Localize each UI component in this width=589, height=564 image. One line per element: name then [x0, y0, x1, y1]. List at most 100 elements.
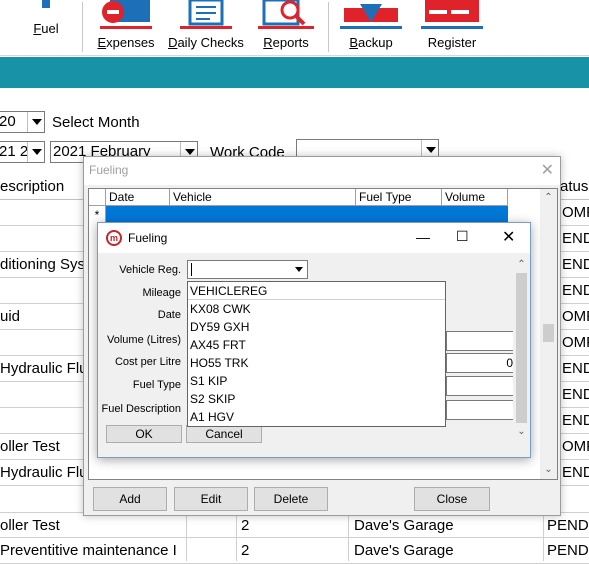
chevron-down-icon[interactable]: ⌄ [540, 461, 557, 478]
row-status: OMP [562, 438, 589, 455]
fuel-icon [36, 0, 56, 15]
fuel-description-field[interactable] [446, 400, 516, 420]
list-item[interactable]: AX45 FRT [188, 336, 445, 354]
chevron-down-icon[interactable]: ⌄ [513, 423, 530, 440]
row-status: ENDI [562, 464, 589, 481]
backup-label-u: B [349, 35, 358, 50]
expenses-icon [96, 0, 156, 35]
column-header-date[interactable]: Date [106, 189, 170, 206]
register-icon [419, 0, 485, 35]
row-description [0, 408, 90, 434]
register-button[interactable]: Register [416, 0, 488, 56]
maximize-icon[interactable]: ☐ [456, 228, 469, 245]
reports-label-u: R [263, 35, 273, 50]
chevron-down-icon[interactable] [291, 261, 307, 278]
chevron-up-icon[interactable]: ⌃ [540, 189, 557, 206]
row-description: uid [0, 308, 21, 325]
year-value: 20 [0, 113, 16, 130]
ok-button[interactable]: OK [106, 425, 182, 443]
add-button[interactable]: Add [93, 487, 167, 511]
backup-button[interactable]: Backup [338, 0, 404, 56]
close-icon[interactable]: ✕ [541, 160, 554, 180]
row-garage: Dave's Garage [354, 517, 454, 534]
row-number: 2 [241, 542, 250, 559]
list-item[interactable]: S2 SKIP [188, 390, 445, 408]
column-divider [348, 512, 349, 561]
reports-label: eports [272, 35, 309, 50]
status-header: atus [560, 178, 589, 195]
cancel-button[interactable]: Cancel [186, 425, 262, 443]
cost-field[interactable]: 0 [446, 353, 516, 373]
row-status: ENDI [562, 230, 589, 247]
minimize-icon[interactable]: — [416, 229, 430, 245]
scrollbar-thumb[interactable] [543, 324, 554, 342]
daily-checks-label: aily Checks [177, 35, 244, 50]
row-description: Preventitive maintenance I [0, 542, 177, 559]
list-item[interactable]: HO55 TRK [188, 354, 445, 372]
year-combo[interactable]: 20 [0, 111, 45, 133]
scrollbar-thumb[interactable] [516, 273, 527, 423]
dialog-vertical-scrollbar[interactable]: ⌃ ⌄ [513, 256, 530, 440]
main-toolbar: Fuel Expenses Daily Checks Reports Backu… [0, 0, 589, 56]
register-label: Register [427, 35, 477, 50]
toolbar-separator [328, 2, 329, 52]
fuel-button[interactable]: Fuel [20, 0, 72, 56]
daily-checks-button[interactable]: Daily Checks [166, 0, 246, 56]
volume-label: Volume (Litres) [107, 334, 181, 346]
expenses-label-u: E [97, 35, 107, 50]
reports-icon [254, 0, 318, 35]
vehicle-reg-dropdown-list[interactable]: VEHICLEREG KX08 CWK DY59 GXH AX45 FRT HO… [187, 281, 446, 427]
list-item[interactable]: DY59 GXH [188, 318, 445, 336]
row-status: ENDI [562, 412, 589, 429]
chevron-down-icon[interactable] [27, 142, 44, 162]
column-header-vehicle[interactable]: Vehicle [170, 189, 356, 206]
mileage-label: Mileage [142, 287, 181, 299]
month-prefix-combo[interactable]: 21 2. [0, 141, 45, 163]
row-description: oller Test [0, 517, 60, 534]
list-item[interactable]: S1 KIP [188, 372, 445, 390]
delete-button[interactable]: Delete [254, 487, 328, 511]
row-status: PENDI [547, 517, 589, 534]
column-header-fuel-type[interactable]: Fuel Type [356, 189, 442, 206]
row-description: Hydraulic Flu [0, 464, 88, 481]
fuel-type-field[interactable] [446, 376, 516, 396]
checklist-icon [176, 0, 236, 35]
list-item[interactable]: A1 HGV [188, 408, 445, 426]
edit-button[interactable]: Edit [174, 487, 248, 511]
row-description: ditioning Sys [0, 256, 86, 273]
row-garage: Dave's Garage [354, 542, 454, 559]
column-divider [236, 512, 237, 561]
row-status: ENDI [562, 360, 589, 377]
table-row[interactable]: Preventitive maintenance I 2 Dave's Gara… [0, 538, 589, 564]
row-description: Hydraulic Flu [0, 360, 88, 377]
column-header-volume[interactable]: Volume [442, 189, 508, 206]
close-button[interactable]: Close [414, 487, 490, 511]
list-item[interactable]: VEHICLEREG [188, 282, 445, 300]
row-description [0, 330, 90, 356]
close-icon[interactable]: ✕ [502, 227, 515, 247]
description-header: escription [0, 178, 65, 195]
row-number: 2 [241, 517, 250, 534]
vehicle-reg-combo[interactable] [187, 260, 308, 279]
row-status: PENDI [547, 542, 589, 559]
row-status: ENDI [562, 282, 589, 299]
cost-label: Cost per Litre [114, 356, 181, 368]
date-label: Date [157, 309, 181, 321]
row-description [0, 200, 90, 226]
dialog-title: Fueling [89, 163, 129, 177]
row-status: ENDI [562, 386, 589, 403]
row-description [0, 278, 90, 304]
row-description [0, 382, 90, 408]
chevron-up-icon[interactable]: ⌃ [513, 256, 530, 273]
volume-field[interactable] [446, 331, 516, 351]
dialog-title: Fueling [128, 231, 168, 245]
cost-value: 0 [506, 356, 513, 370]
list-item[interactable]: KX08 CWK [188, 300, 445, 318]
reports-button[interactable]: Reports [254, 0, 318, 56]
expenses-label: xpenses [106, 35, 155, 50]
expenses-button[interactable]: Expenses [92, 0, 160, 56]
app-logo-icon: m [106, 230, 122, 246]
grid-vertical-scrollbar[interactable]: ⌃ ⌄ [540, 189, 557, 479]
chevron-down-icon[interactable] [27, 112, 44, 132]
column-divider [543, 512, 544, 561]
